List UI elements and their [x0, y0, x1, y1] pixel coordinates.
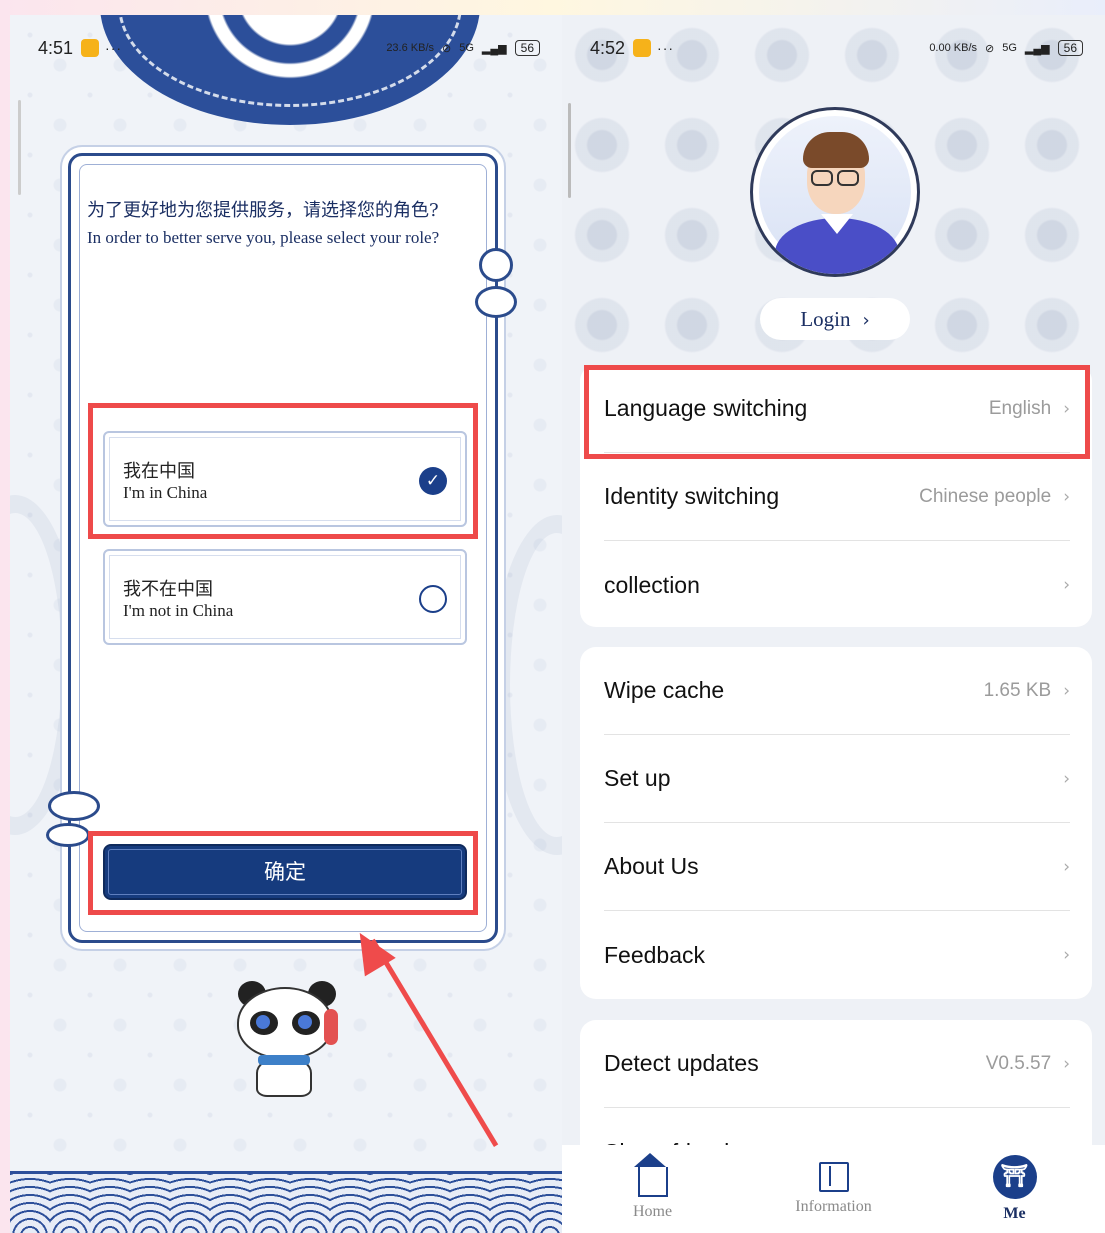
row-label: Detect updates — [604, 1050, 759, 1076]
option-label-english: I'm not in China — [123, 601, 234, 620]
signal-bars-icon: ▂▄▆ — [481, 42, 507, 55]
row-label: Wipe cache — [604, 677, 725, 703]
me-screen: 4:52 ··· 0.00 KB/s ⊘ 5G ▂▄▆ 56 Login › La… — [562, 15, 1105, 1233]
cloud-ornament-icon — [475, 286, 517, 318]
highlight-box-language — [584, 365, 1090, 459]
row-collection[interactable]: collection › — [604, 541, 1070, 629]
scroll-indicator — [18, 100, 21, 195]
chevron-right-icon: › — [1063, 1053, 1070, 1074]
dialog-inner-border — [79, 164, 487, 932]
row-label: Feedback — [604, 941, 706, 968]
tab-information[interactable]: Information — [743, 1145, 924, 1233]
login-button[interactable]: Login › — [760, 298, 910, 340]
home-icon — [633, 1153, 668, 1197]
radio-unchecked-icon[interactable] — [419, 585, 447, 613]
status-bar: 4:51 ··· 23.6 KB/s ⊘ 5G ▂▄▆ 56 — [10, 35, 562, 61]
network-speed: 23.6 KB/s — [386, 42, 435, 54]
dialog-title-chinese: 为了更好地为您提供服务，请选择您的角色? — [87, 200, 439, 221]
battery-indicator: 56 — [1057, 40, 1083, 56]
status-indicators: 0.00 KB/s ⊘ 5G ▂▄▆ 56 — [929, 40, 1083, 56]
chevron-right-icon: › — [1063, 486, 1070, 507]
row-value: V0.5.57 — [985, 1052, 1052, 1074]
link-icon: ⊘ — [985, 42, 995, 55]
panda-eye — [292, 1011, 320, 1035]
row-label: collection — [604, 571, 700, 598]
panda-eye — [250, 1011, 278, 1035]
row-value: Chinese people — [919, 485, 1052, 507]
status-time: 4:52 — [590, 37, 626, 58]
login-label: Login — [800, 307, 851, 331]
row-identity-switching[interactable]: Identity switching Chinese people › — [604, 453, 1070, 541]
headset-icon — [324, 1009, 338, 1045]
tab-me[interactable]: ⛩ Me — [924, 1145, 1105, 1233]
chevron-right-icon: › — [1063, 680, 1070, 701]
tab-home[interactable]: Home — [562, 1145, 743, 1233]
highlight-box-confirm — [88, 831, 478, 915]
signal-bars-icon: ▂▄▆ — [1024, 42, 1050, 55]
cloud-ornament-icon — [48, 791, 100, 821]
row-about-us[interactable]: About Us › — [604, 823, 1070, 911]
status-bar: 4:52 ··· 0.00 KB/s ⊘ 5G ▂▄▆ 56 — [562, 35, 1105, 61]
panda-scarf — [258, 1055, 310, 1065]
row-feedback[interactable]: Feedback › — [604, 911, 1070, 999]
signal-label: 5G — [459, 42, 474, 54]
status-time: 4:51 — [38, 37, 74, 58]
cloud-ornament-icon — [479, 248, 513, 282]
wave-pattern-footer — [10, 1171, 562, 1233]
tab-label: Information — [795, 1198, 872, 1215]
signal-label: 5G — [1002, 42, 1017, 54]
scroll-indicator — [568, 103, 571, 198]
link-icon: ⊘ — [442, 42, 452, 55]
avatar-glasses — [811, 170, 833, 186]
dialog-title-english: In order to better serve you, please sel… — [87, 228, 440, 247]
more-notifications-icon: ··· — [105, 40, 123, 56]
option-label-chinese: 我不在中国 — [123, 579, 213, 600]
chevron-right-icon: › — [1063, 768, 1070, 789]
battery-indicator: 56 — [514, 40, 540, 56]
row-set-up[interactable]: Set up › — [604, 735, 1070, 823]
row-label: Identity switching — [604, 483, 780, 509]
role-selection-screen: 4:51 ··· 23.6 KB/s ⊘ 5G ▂▄▆ 56 为了更好地为您提供… — [10, 15, 562, 1233]
tab-label: Home — [632, 1203, 673, 1220]
more-notifications-icon: ··· — [657, 40, 675, 56]
bottom-tab-bar: Home Information ⛩ Me — [562, 1145, 1105, 1233]
settings-card: Wipe cache 1.65 KB › Set up › About Us ›… — [580, 647, 1092, 999]
row-detect-updates[interactable]: Detect updates V0.5.57 › — [604, 1020, 1070, 1108]
row-label: About Us — [604, 853, 699, 879]
role-option-not-in-china[interactable]: 我不在中国 I'm not in China — [103, 549, 467, 645]
status-indicators: 23.6 KB/s ⊘ 5G ▂▄▆ 56 — [386, 40, 540, 56]
cloud-ornament-icon — [46, 823, 90, 847]
chevron-right-icon: › — [1063, 945, 1070, 965]
row-value: 1.65 KB — [983, 679, 1052, 701]
me-icon: ⛩ — [992, 1155, 1037, 1199]
chevron-right-icon: › — [1063, 856, 1070, 877]
book-icon — [818, 1162, 849, 1192]
notification-app-icon — [81, 39, 100, 57]
notification-app-icon — [633, 39, 652, 57]
avatar[interactable] — [750, 107, 920, 277]
row-wipe-cache[interactable]: Wipe cache 1.65 KB › — [604, 647, 1070, 735]
avatar-glasses — [837, 170, 859, 186]
network-speed: 0.00 KB/s — [929, 42, 978, 54]
avatar-hair — [803, 132, 869, 168]
tab-label: Me — [1003, 1205, 1026, 1222]
highlight-box-option — [88, 403, 478, 539]
role-dialog: 为了更好地为您提供服务，请选择您的角色? In order to better … — [68, 153, 517, 943]
row-label: Set up — [604, 765, 671, 791]
panda-mascot — [232, 981, 342, 1107]
chevron-right-icon: › — [862, 310, 870, 331]
chevron-right-icon: › — [1063, 575, 1070, 595]
